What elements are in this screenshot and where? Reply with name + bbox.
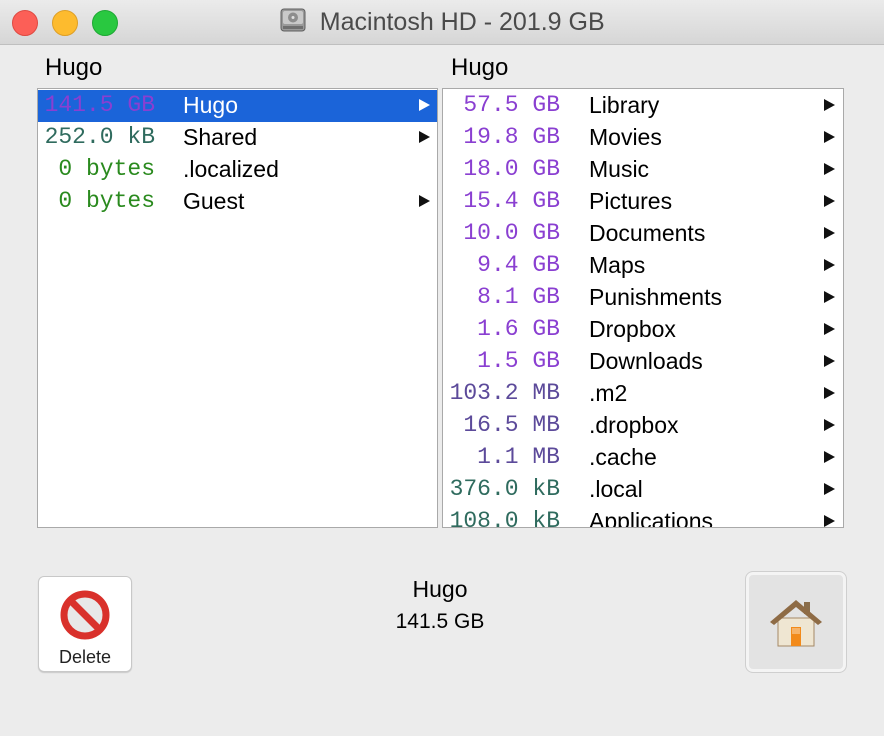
right-pane-header: Hugo bbox=[451, 54, 509, 81]
disclosure-arrow-icon[interactable] bbox=[824, 419, 835, 431]
folder-row[interactable]: 252.0 kB Shared bbox=[38, 122, 437, 154]
folder-row[interactable]: 103.2 MB .m2 bbox=[443, 378, 843, 410]
folder-size: 9.4 GB bbox=[477, 252, 560, 278]
hard-disk-icon bbox=[279, 6, 307, 39]
folder-row[interactable]: 15.4 GB Pictures bbox=[443, 186, 843, 218]
folder-name: Music bbox=[589, 156, 650, 182]
folder-name: Dropbox bbox=[589, 316, 676, 342]
disclosure-arrow-icon[interactable] bbox=[419, 99, 430, 111]
disclosure-arrow-icon[interactable] bbox=[824, 291, 835, 303]
folder-size: 19.8 GB bbox=[463, 124, 560, 150]
folder-name: Downloads bbox=[589, 348, 703, 374]
delete-button-label: Delete bbox=[58, 647, 112, 667]
left-folder-list[interactable]: 141.5 GB Hugo 252.0 kB Shared 0 bytes .locali… bbox=[37, 88, 438, 528]
folder-size: 8.1 GB bbox=[477, 284, 560, 310]
folder-size: 103.2 MB bbox=[449, 380, 560, 406]
disclosure-arrow-icon[interactable] bbox=[824, 355, 835, 367]
disclosure-arrow-icon[interactable] bbox=[824, 163, 835, 175]
folder-size: 376.0 kB bbox=[449, 476, 560, 502]
folder-size: 141.5 GB bbox=[44, 92, 155, 118]
folder-size: 0 bytes bbox=[58, 156, 155, 182]
disclosure-arrow-icon[interactable] bbox=[824, 195, 835, 207]
window-title-text: Macintosh HD - 201.9 GB bbox=[319, 8, 605, 36]
disclosure-arrow-icon[interactable] bbox=[419, 195, 430, 207]
title-bar: Macintosh HD - 201.9 GB bbox=[0, 0, 884, 45]
selected-item-size: 141.5 GB bbox=[395, 610, 485, 633]
folder-name: .dropbox bbox=[589, 412, 679, 438]
window-title: Macintosh HD - 201.9 GB bbox=[0, 6, 884, 38]
disclosure-arrow-icon[interactable] bbox=[824, 451, 835, 463]
folder-row[interactable]: 0 bytes Guest bbox=[38, 186, 437, 218]
disclosure-arrow-icon[interactable] bbox=[419, 131, 430, 143]
disclosure-arrow-icon[interactable] bbox=[824, 387, 835, 399]
folder-size: 252.0 kB bbox=[44, 124, 155, 150]
folder-name: Maps bbox=[589, 252, 646, 278]
folder-name: .m2 bbox=[589, 380, 628, 406]
home-button[interactable] bbox=[745, 571, 847, 673]
folder-size: 10.0 GB bbox=[463, 220, 560, 246]
folder-name: Shared bbox=[183, 124, 258, 150]
folder-name: .localized bbox=[183, 156, 279, 182]
folder-name: Applications bbox=[589, 508, 714, 528]
folder-row[interactable]: 141.5 GB Hugo bbox=[38, 90, 437, 122]
folder-name: Guest bbox=[183, 188, 245, 214]
folder-row[interactable]: 1.1 MB .cache bbox=[443, 442, 843, 474]
folder-size: 18.0 GB bbox=[463, 156, 560, 182]
selected-item-name: Hugo bbox=[412, 576, 468, 602]
folder-size: 57.5 GB bbox=[463, 92, 560, 118]
folder-size: 1.6 GB bbox=[477, 316, 560, 342]
folder-row[interactable]: 108.0 kB Applications bbox=[443, 506, 843, 528]
folder-name: Punishments bbox=[589, 284, 722, 310]
folder-name: .local bbox=[589, 476, 643, 502]
folder-row[interactable]: 1.5 GB Downloads bbox=[443, 346, 843, 378]
folder-row[interactable]: 1.6 GB Dropbox bbox=[443, 314, 843, 346]
folder-size: 108.0 kB bbox=[449, 508, 560, 528]
disclosure-arrow-icon[interactable] bbox=[824, 323, 835, 335]
folder-name: .cache bbox=[589, 444, 657, 470]
disclosure-arrow-icon[interactable] bbox=[824, 227, 835, 239]
folder-size: 0 bytes bbox=[58, 188, 155, 214]
folder-row[interactable]: 8.1 GB Punishments bbox=[443, 282, 843, 314]
folder-row[interactable]: 10.0 GB Documents bbox=[443, 218, 843, 250]
folder-name: Hugo bbox=[183, 92, 238, 118]
folder-name: Movies bbox=[589, 124, 662, 150]
folder-size: 1.5 GB bbox=[477, 348, 560, 374]
disclosure-arrow-icon[interactable] bbox=[824, 483, 835, 495]
folder-name: Pictures bbox=[589, 188, 673, 214]
folder-size: 1.1 MB bbox=[477, 444, 560, 470]
folder-name: Library bbox=[589, 92, 660, 118]
folder-row[interactable]: 19.8 GB Movies bbox=[443, 122, 843, 154]
disclosure-arrow-icon[interactable] bbox=[824, 131, 835, 143]
house-icon bbox=[768, 596, 824, 653]
folder-row[interactable]: 9.4 GB Maps bbox=[443, 250, 843, 282]
right-folder-list[interactable]: 57.5 GB Library 19.8 GB Movies 18.0 GB Music 1… bbox=[442, 88, 844, 528]
delete-button[interactable]: Delete bbox=[38, 576, 132, 672]
no-entry-icon bbox=[59, 589, 111, 646]
folder-row[interactable]: 0 bytes .localized bbox=[38, 154, 437, 186]
disclosure-arrow-icon[interactable] bbox=[824, 259, 835, 271]
disclosure-arrow-icon[interactable] bbox=[824, 515, 835, 527]
folder-row[interactable]: 376.0 kB .local bbox=[443, 474, 843, 506]
folder-row[interactable]: 16.5 MB .dropbox bbox=[443, 410, 843, 442]
left-pane-header: Hugo bbox=[45, 54, 103, 81]
disclosure-arrow-icon[interactable] bbox=[824, 99, 835, 111]
folder-name: Documents bbox=[589, 220, 706, 246]
folder-size: 15.4 GB bbox=[463, 188, 560, 214]
folder-row[interactable]: 18.0 GB Music bbox=[443, 154, 843, 186]
folder-row[interactable]: 57.5 GB Library bbox=[443, 90, 843, 122]
folder-size: 16.5 MB bbox=[463, 412, 560, 438]
